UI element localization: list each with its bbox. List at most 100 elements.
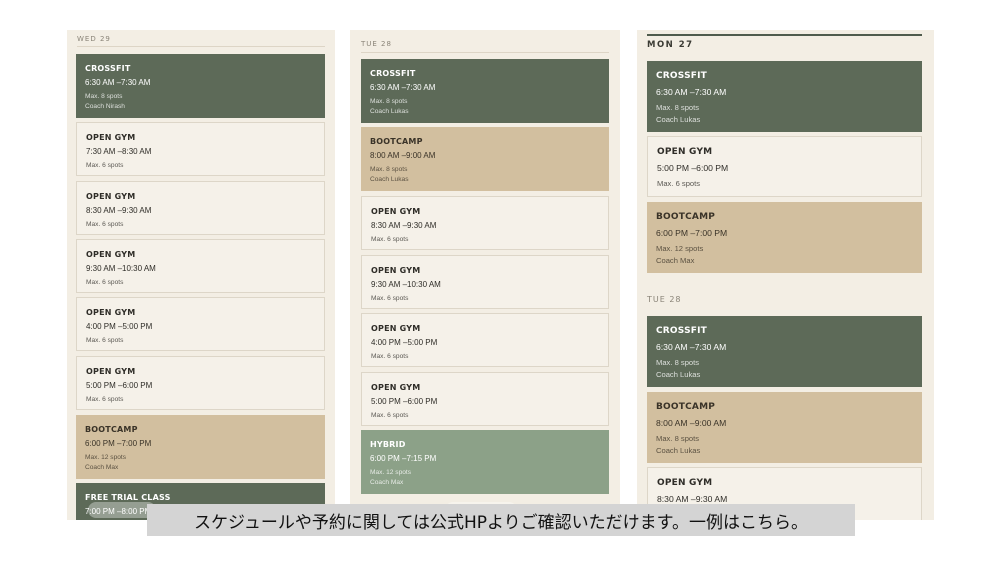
class-time: 6:30 AM –7:30 AM [656, 342, 727, 352]
class-time: 8:00 AM –9:00 AM [370, 151, 436, 160]
class-meta: Max. 8 spots Coach Lukas [656, 433, 922, 457]
class-time: 6:30 AM –7:30 AM [370, 83, 436, 92]
class-meta: Max. 8 spots Coach Lukas [656, 357, 922, 381]
coach-text: Coach Lukas [656, 114, 701, 124]
class-meta: Max. 12 spots Coach Max [85, 453, 325, 473]
capacity-text: Max. 6 spots [86, 162, 124, 169]
capacity-text: Max. 6 spots [371, 353, 409, 360]
capacity-text: Max. 8 spots [656, 434, 700, 443]
class-card[interactable]: CROSSFIT 6:30 AM –7:30 AM Max. 8 spots Coac… [361, 59, 609, 123]
class-title: CROSSFIT [85, 64, 131, 73]
class-time: 9:30 AM –10:30 AM [86, 264, 156, 273]
class-title: OPEN GYM [657, 478, 713, 488]
class-card[interactable]: HYBRID 6:00 PM –7:15 PM Max. 12 spots Coach… [361, 430, 609, 494]
capacity-text: Max. 8 spots [656, 103, 700, 112]
class-card[interactable]: OPEN GYM 5:00 PM –6:00 PM Max. 6 spots [76, 356, 325, 410]
capacity-text: Max. 6 spots [86, 279, 124, 286]
class-time: 8:30 AM –9:30 AM [86, 206, 152, 215]
coach-text: Coach Nirash [85, 103, 125, 111]
class-card[interactable]: BOOTCAMP 8:00 AM –9:00 AM Max. 8 spots Coac… [361, 127, 609, 191]
class-title: OPEN GYM [86, 192, 136, 201]
class-title: OPEN GYM [86, 250, 136, 259]
coach-text: Coach Max [370, 479, 404, 487]
coach-text: Coach Lukas [656, 445, 701, 455]
class-meta: Max. 6 spots [86, 395, 324, 405]
class-title: CROSSFIT [656, 71, 707, 81]
day-label-mon: MON 27 [647, 40, 694, 50]
class-time: 8:00 AM –9:00 AM [656, 418, 727, 428]
class-card[interactable]: OPEN GYM 5:00 PM –6:00 PM Max. 6 spots [647, 136, 922, 197]
class-time: 4:00 PM –5:00 PM [371, 338, 438, 347]
capacity-text: Max. 12 spots [370, 469, 412, 476]
class-meta: Max. 8 spots Coach Nirash [85, 92, 325, 112]
class-time: 6:00 PM –7:00 PM [656, 228, 728, 238]
capacity-text: Max. 6 spots [86, 221, 124, 228]
capacity-text: Max. 8 spots [656, 358, 700, 367]
class-meta: Max. 6 spots [371, 294, 608, 304]
class-meta: Max. 6 spots [86, 336, 324, 346]
capacity-text: Max. 6 spots [371, 412, 409, 419]
class-title: OPEN GYM [86, 133, 136, 142]
class-meta: Max. 8 spots Coach Lukas [370, 165, 609, 185]
class-time: 7:30 AM –8:30 AM [86, 147, 152, 156]
day-divider [77, 46, 325, 47]
class-time: 9:30 AM –10:30 AM [371, 280, 441, 289]
class-title: OPEN GYM [86, 308, 136, 317]
top-divider [647, 34, 922, 36]
class-card[interactable]: OPEN GYM 9:30 AM –10:30 AM Max. 6 spots [76, 239, 325, 293]
day-label: TUE 28 [361, 40, 392, 48]
class-time: 6:30 AM –7:30 AM [85, 78, 151, 87]
class-card[interactable]: CROSSFIT 6:30 AM –7:30 AM Max. 8 spots Coac… [647, 61, 922, 132]
class-meta: Max. 6 spots [86, 220, 324, 230]
class-card[interactable]: CROSSFIT 6:30 AM –7:30 AM Max. 8 spots Coac… [76, 54, 325, 118]
class-meta: Max. 6 spots [86, 161, 324, 171]
class-card[interactable]: OPEN GYM 4:00 PM –5:00 PM Max. 6 spots [361, 313, 609, 367]
class-meta: Max. 6 spots [657, 178, 921, 190]
class-time: 5:00 PM –6:00 PM [371, 397, 438, 406]
class-title: OPEN GYM [371, 266, 421, 275]
class-title: FREE TRIAL CLASS [85, 493, 171, 502]
capacity-text: Max. 8 spots [370, 98, 408, 105]
class-card[interactable]: BOOTCAMP 8:00 AM –9:00 AM Max. 8 spots Coac… [647, 392, 922, 463]
capacity-text: Max. 6 spots [86, 396, 124, 403]
class-title: BOOTCAMP [656, 212, 716, 222]
class-meta: Max. 12 spots Coach Max [656, 243, 922, 267]
capacity-text: Max. 6 spots [371, 295, 409, 302]
class-card[interactable]: CROSSFIT 6:30 AM –7:30 AM Max. 8 spots Coac… [647, 316, 922, 387]
class-meta: Max. 8 spots Coach Lukas [370, 97, 609, 117]
day-label: WED 29 [77, 35, 111, 43]
class-time: 8:30 AM –9:30 AM [657, 494, 728, 504]
class-title: CROSSFIT [370, 69, 416, 78]
class-card[interactable]: OPEN GYM 9:30 AM –10:30 AM Max. 6 spots [361, 255, 609, 309]
coach-text: Coach Lukas [656, 369, 701, 379]
class-title: OPEN GYM [371, 383, 421, 392]
class-meta: Max. 12 spots Coach Max [370, 468, 609, 488]
class-title: OPEN GYM [86, 367, 136, 376]
class-card[interactable]: BOOTCAMP 6:00 PM –7:00 PM Max. 12 spots Coa… [76, 415, 325, 479]
capacity-text: Max. 8 spots [370, 166, 408, 173]
class-meta: Max. 8 spots Coach Lukas [656, 102, 922, 126]
capacity-text: Max. 6 spots [86, 337, 124, 344]
class-meta: Max. 6 spots [86, 278, 324, 288]
class-title: CROSSFIT [656, 326, 707, 336]
schedule-panel-wed: WED 29 CROSSFIT 6:30 AM –7:30 AM Max. 8 sp… [67, 30, 335, 520]
class-card[interactable]: OPEN GYM 5:00 PM –6:00 PM Max. 6 spots [361, 372, 609, 426]
class-title: BOOTCAMP [85, 425, 138, 434]
class-time: 5:00 PM –6:00 PM [657, 163, 729, 173]
class-title: OPEN GYM [371, 324, 421, 333]
class-card[interactable]: OPEN GYM 4:00 PM –5:00 PM Max. 6 spots [76, 297, 325, 351]
coach-text: Coach Lukas [370, 176, 409, 184]
video-subtitle: スケジュールや予約に関しては公式HPよりご確認いただけます。一例はこちら。 [147, 504, 855, 536]
class-meta: Max. 6 spots [371, 352, 608, 362]
coach-text: Coach Max [85, 464, 119, 472]
capacity-text: Max. 12 spots [85, 454, 127, 461]
class-title: OPEN GYM [371, 207, 421, 216]
class-card[interactable]: BOOTCAMP 6:00 PM –7:00 PM Max. 12 spots Coa… [647, 202, 922, 273]
class-time: 6:00 PM –7:00 PM [85, 439, 152, 448]
class-time: 6:30 AM –7:30 AM [656, 87, 727, 97]
class-card[interactable]: OPEN GYM 8:30 AM –9:30 AM Max. 6 spots [76, 181, 325, 235]
class-card[interactable]: OPEN GYM 8:30 AM –9:30 AM Max. 6 spots [361, 196, 609, 250]
capacity-text: Max. 12 spots [656, 244, 704, 253]
day-divider [361, 52, 609, 53]
class-card[interactable]: OPEN GYM 7:30 AM –8:30 AM Max. 6 spots [76, 122, 325, 176]
